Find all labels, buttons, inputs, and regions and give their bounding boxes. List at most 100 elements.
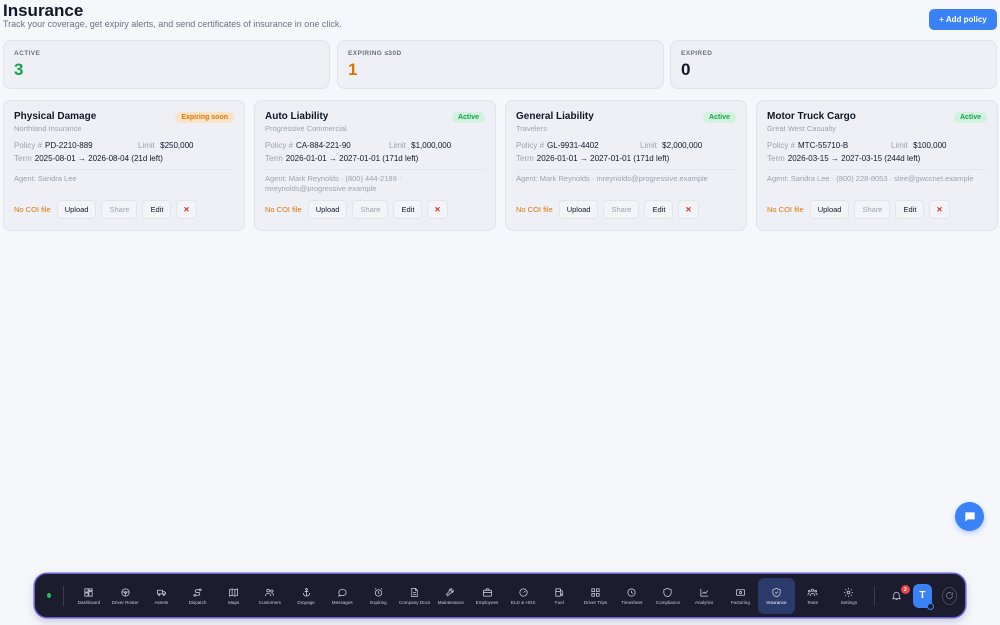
- upload-button[interactable]: Upload: [558, 200, 599, 219]
- no-coi-label: No COI file: [265, 205, 302, 214]
- dock-item-eld-hos[interactable]: ELD & HOS: [505, 578, 541, 614]
- dock-item-insurance[interactable]: Insurance: [758, 577, 795, 614]
- dock-item-fuel[interactable]: Fuel: [541, 578, 577, 614]
- term-row: Term 2026-01-01 → 2027-01-01 (171d left): [265, 154, 485, 163]
- limit-label: Limit: [138, 141, 155, 150]
- share-button[interactable]: Share: [101, 200, 138, 219]
- delete-button[interactable]: ✕: [176, 200, 197, 219]
- dock-item-customers[interactable]: Customers: [252, 578, 288, 614]
- edit-button[interactable]: Edit: [895, 200, 925, 219]
- policy-card: General Liability Travelers Active Polic…: [505, 100, 747, 231]
- limit-group: Limit $250,000: [138, 141, 194, 150]
- share-button[interactable]: Share: [603, 200, 640, 219]
- gauge-icon: [519, 587, 528, 597]
- message-icon: [338, 588, 347, 597]
- share-button[interactable]: Share: [352, 200, 389, 219]
- edit-button[interactable]: Edit: [393, 200, 423, 219]
- delete-button[interactable]: ✕: [929, 200, 950, 219]
- limit-group: Limit $1,000,000: [389, 141, 451, 150]
- term-row: Term 2025-08-01 → 2026-08-04 (21d left): [14, 154, 234, 163]
- agent-info: Agent: Sandra Lee: [14, 174, 77, 183]
- sync-button[interactable]: [942, 586, 958, 605]
- term-label: Term: [767, 154, 785, 163]
- dock-item-factoring[interactable]: Factoring: [722, 578, 758, 614]
- limit-value: $2,000,000: [662, 141, 703, 150]
- chat-button[interactable]: [955, 502, 984, 531]
- dock-item-label: Timesheet: [621, 599, 643, 605]
- stat-label: EXPIRED: [681, 50, 713, 57]
- dock-item-dispatch[interactable]: Dispatch: [179, 578, 215, 614]
- dock-item-label: Messages: [331, 599, 353, 605]
- add-policy-button[interactable]: + Add policy: [929, 9, 997, 30]
- status-badge: Active: [953, 112, 987, 123]
- limit-value: $100,000: [913, 141, 947, 150]
- dock-item-label: Insurance: [766, 599, 787, 605]
- limit-value: $1,000,000: [411, 141, 452, 150]
- dock-item-label: Factoring: [730, 599, 750, 605]
- dock-item-messages[interactable]: Messages: [324, 578, 360, 614]
- share-button[interactable]: Share: [854, 200, 891, 219]
- policy-insurer: Northland Insurance: [14, 124, 82, 133]
- policy-number-label: Policy #: [14, 141, 43, 150]
- limit-label: Limit: [389, 141, 406, 150]
- upload-button[interactable]: Upload: [307, 200, 348, 219]
- term-value: 2026-03-15 → 2027-03-15 (244d left): [787, 154, 921, 163]
- limit-value: $250,000: [160, 141, 194, 150]
- delete-button[interactable]: ✕: [678, 200, 699, 219]
- dock-item-label: Maps: [228, 599, 240, 605]
- dock-item-drayage[interactable]: Drayage: [288, 578, 324, 614]
- policy-number: MTC-55710-B: [798, 141, 849, 150]
- term-value: 2026-01-01 → 2027-01-01 (171d left): [285, 154, 419, 163]
- policy-card: Motor Truck Cargo Great West Casualty Ac…: [756, 100, 998, 231]
- fuel-icon: [555, 587, 563, 597]
- status-badge: Active: [702, 112, 736, 123]
- notifications-button[interactable]: 2: [886, 585, 910, 601]
- edit-button[interactable]: Edit: [644, 200, 674, 219]
- dock-item-label: Analytics: [694, 599, 714, 605]
- dock-item-label: Compliance: [655, 599, 681, 605]
- dock-item-compliance[interactable]: Compliance: [650, 578, 686, 614]
- dock-item-label: Team: [807, 599, 819, 605]
- dock-item-assets[interactable]: Assets: [143, 578, 179, 614]
- truck-icon: [156, 589, 166, 596]
- policy-number-label: Policy #: [767, 141, 796, 150]
- policy-number: GL-9931-4402: [547, 141, 599, 150]
- dock-item-maps[interactable]: Maps: [216, 578, 252, 614]
- chat-icon: [964, 511, 975, 522]
- anchor-icon: [302, 587, 310, 596]
- card-divider: [767, 169, 987, 170]
- card-divider: [265, 169, 485, 170]
- dock-item-team[interactable]: Team: [795, 578, 831, 614]
- dock-item-settings[interactable]: Settings: [831, 578, 867, 614]
- page-subtitle: Track your coverage, get expiry alerts, …: [3, 19, 342, 29]
- card-actions: No COI file Upload Share Edit ✕: [265, 200, 453, 219]
- dock-item-dashboard[interactable]: Dashboard: [71, 578, 107, 614]
- dock-item-driver-roster[interactable]: Driver Roster: [107, 578, 143, 614]
- users-icon: [265, 588, 275, 596]
- dock-item-timesheet[interactable]: Timesheet: [614, 578, 650, 614]
- policy-insurer: Progressive Commercial: [265, 124, 347, 133]
- edit-button[interactable]: Edit: [142, 200, 172, 219]
- card-divider: [516, 169, 736, 170]
- dock-item-expiring[interactable]: Expiring: [360, 578, 396, 614]
- stat-value: 1: [348, 60, 358, 79]
- dock-item-employees[interactable]: Employees: [469, 578, 505, 614]
- dock-item-analytics[interactable]: Analytics: [686, 578, 722, 614]
- online-status-dot: [927, 602, 935, 610]
- upload-button[interactable]: Upload: [56, 200, 97, 219]
- policy-card: Auto Liability Progressive Commercial Ac…: [254, 100, 496, 231]
- dock-item-driver-trips[interactable]: Driver Trips: [577, 578, 613, 614]
- page-title: Insurance: [3, 1, 84, 20]
- limit-label: Limit: [891, 141, 908, 150]
- term-label: Term: [516, 154, 534, 163]
- dock-item-label: Maintenance: [437, 599, 464, 605]
- term-value: 2026-01-01 → 2027-01-01 (171d left): [536, 154, 670, 163]
- dock-item-label: ELD & HOS: [510, 599, 536, 605]
- dock-item-company-docs[interactable]: Company Docs: [397, 578, 433, 614]
- user-avatar[interactable]: T: [912, 583, 935, 610]
- upload-button[interactable]: Upload: [809, 200, 850, 219]
- shield-icon: [663, 587, 672, 597]
- dock-item-maintenance[interactable]: Maintenance: [433, 578, 469, 614]
- delete-button[interactable]: ✕: [427, 200, 448, 219]
- avatar-initial: T: [919, 590, 926, 601]
